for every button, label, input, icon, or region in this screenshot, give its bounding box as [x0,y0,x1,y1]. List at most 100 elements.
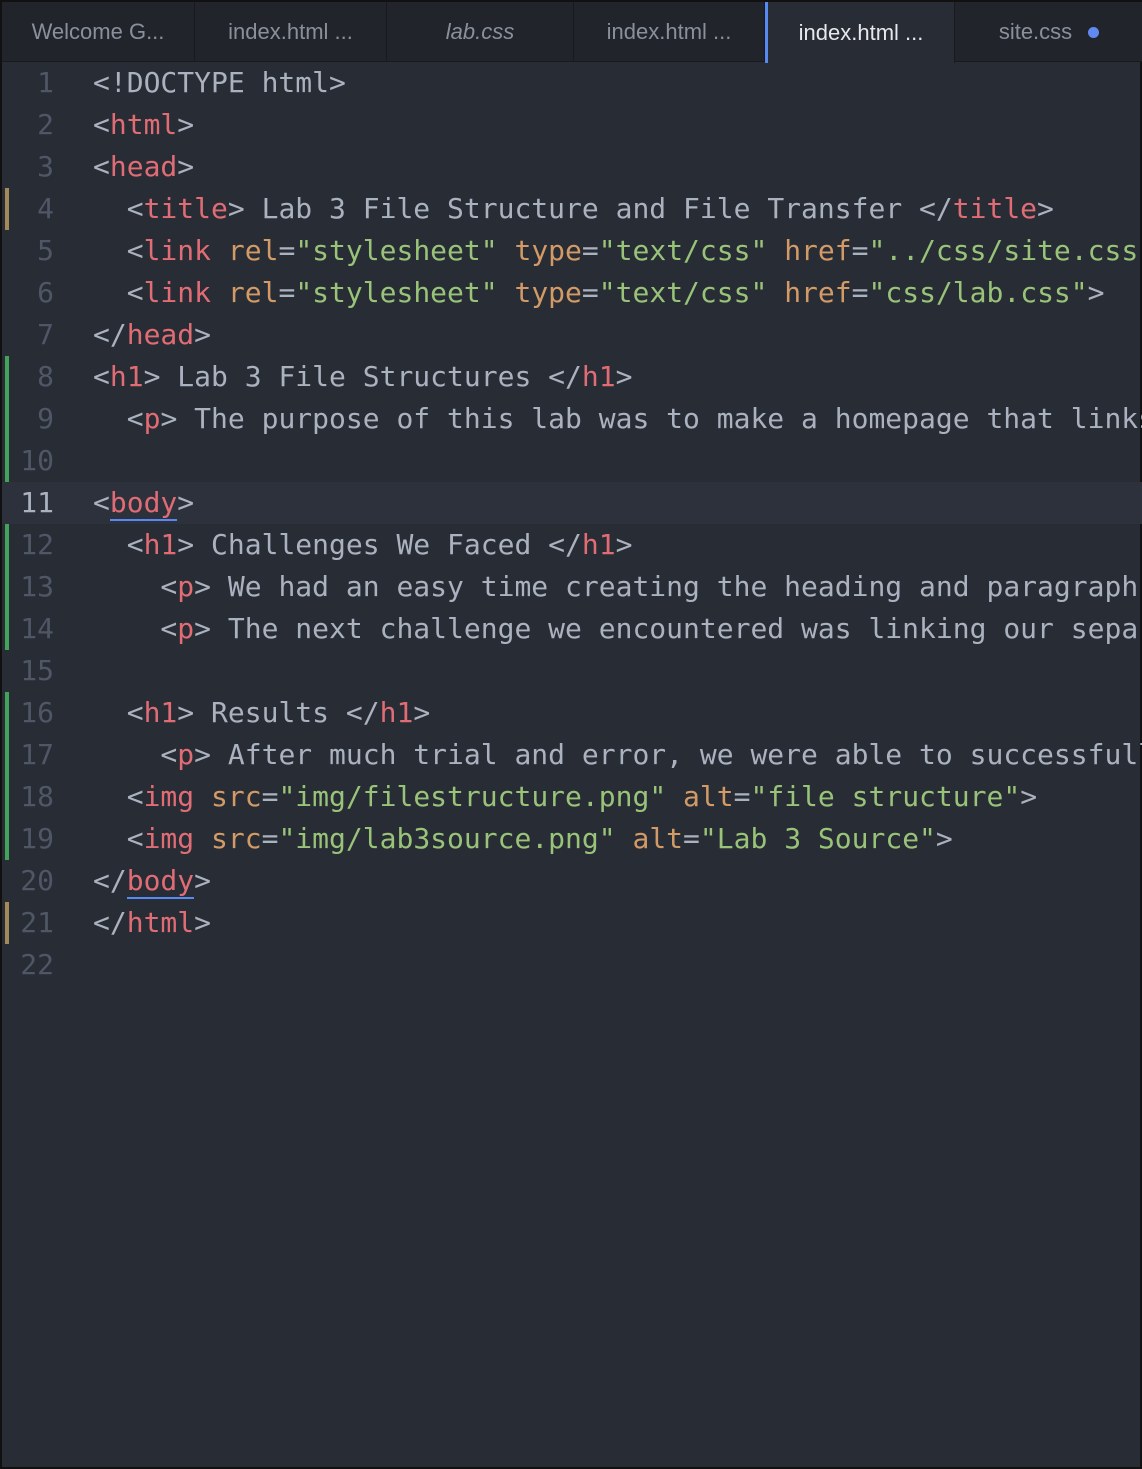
line-number: 10 [20,444,54,477]
token-p: > [177,150,195,183]
token-p: = [261,780,279,813]
tab-3[interactable]: index.html ... [574,2,765,62]
tab-label: site.css [998,19,1073,44]
code-line[interactable]: 8 <h1> Lab 3 File Structures </h1> [2,356,1142,398]
code-line[interactable]: 19 <img src="img/lab3source.png" alt="La… [2,818,1142,860]
token-p: = [278,276,296,309]
code-text: <html> [93,104,194,146]
token-p: </ [93,906,127,939]
token-str: "text/css" [598,276,768,309]
tab-1[interactable]: index.html ... [195,2,387,62]
code-line[interactable]: 15 [2,650,1142,692]
tab-5[interactable]: site.css [955,2,1142,62]
token-p: > [194,864,212,897]
code-editor[interactable]: 1 <!DOCTYPE html> 2 <html> 3 <head> 4 <title> … [2,62,1142,986]
tab-2[interactable]: lab.css [387,2,574,62]
code-line[interactable]: 22 [2,944,1142,986]
token-str: "stylesheet" [295,276,498,309]
code-line[interactable]: 11 <body> [2,482,1142,524]
token-p: < [93,108,110,141]
code-line[interactable]: 3 <head> [2,146,1142,188]
code-text: <p> We had an easy time creating the hea… [93,566,1138,608]
token-attr: src [211,822,262,855]
token-str: "Lab 3 Source" [699,822,936,855]
code-line[interactable]: 12 <h1> Challenges We Faced </h1> [2,524,1142,566]
token-attr: alt [683,780,734,813]
token-p: > [615,528,633,561]
code-text: <title> Lab 3 File Structure and File Tr… [93,188,1054,230]
token-p: = [683,822,700,855]
token-p: > Results </ [177,696,380,729]
token-p: < [93,276,144,309]
token-p [211,276,228,309]
token-tag: h1 [379,696,414,729]
code-text: <img src="img/filestructure.png" alt="fi… [93,776,1037,818]
token-tag: title [143,192,228,225]
line-number: 8 [37,360,54,393]
code-line[interactable]: 6 <link rel="stylesheet" type="text/css"… [2,272,1142,314]
code-line[interactable]: 7 </head> [2,314,1142,356]
code-line[interactable]: 9 <p> The purpose of this lab was to mak… [2,398,1142,440]
tab-bar: Welcome G... index.html ... lab.css index.h… [2,2,1142,63]
line-number: 4 [37,192,54,225]
token-p: < [93,360,110,393]
token-p [666,780,683,813]
token-p: > The purpose of this lab was to make a … [160,402,1142,435]
token-p: < [93,150,110,183]
token-p: > [194,318,212,351]
token-p: > [177,108,195,141]
token-p [211,234,228,267]
token-p: > [935,822,953,855]
token-p [498,276,515,309]
code-line[interactable]: 17 <p> After much trial and error, we we… [2,734,1142,776]
tab-0[interactable]: Welcome G... [2,2,195,62]
code-text: <link rel="stylesheet" type="text/css" h… [93,272,1105,314]
token-attr: rel [227,234,279,267]
line-number: 20 [20,864,54,897]
token-p: < [93,192,144,225]
token-tagu: body [109,486,178,521]
code-text: </head> [93,314,211,356]
code-line[interactable]: 5 <link rel="stylesheet" type="text/css"… [2,230,1142,272]
token-p: = [851,234,869,267]
token-p [616,822,633,855]
code-line[interactable]: 16 <h1> Results </h1> [2,692,1142,734]
code-line[interactable]: 14 <p> The next challenge we encountered… [2,608,1142,650]
code-line[interactable]: 20 </body> [2,860,1142,902]
code-text: <body> [93,482,194,524]
token-attr: type [514,276,582,309]
token-p [194,780,211,813]
line-number: 16 [20,696,54,729]
code-line[interactable]: 1 <!DOCTYPE html> [2,62,1142,104]
token-tag: h1 [581,360,616,393]
code-line[interactable]: 13 <p> We had an easy time creating the … [2,566,1142,608]
token-str: "img/lab3source.png" [278,822,616,855]
line-number: 6 [37,276,54,309]
token-p [767,276,784,309]
token-p: = [278,234,296,267]
token-p: > After much trial and error, we were ab… [194,738,1142,771]
code-text: <!DOCTYPE html> [93,62,346,104]
token-tag: h1 [143,696,178,729]
code-text: <h1> Challenges We Faced </h1> [93,524,633,566]
tab-4[interactable]: index.html ... [765,2,955,63]
token-attr: rel [227,276,279,309]
token-p [498,234,515,267]
token-p: > We had an easy time creating the headi… [194,570,1139,603]
token-str: "file structure" [750,780,1021,813]
code-text: </body> [93,860,211,902]
code-text: <p> The next challenge we encountered wa… [93,608,1138,650]
line-number: 14 [20,612,54,645]
token-tagu: body [126,864,195,899]
code-line[interactable]: 2 <html> [2,104,1142,146]
code-line[interactable]: 4 <title> Lab 3 File Structure and File … [2,188,1142,230]
code-line[interactable]: 10 [2,440,1142,482]
token-p: < [93,570,178,603]
token-str: "stylesheet" [295,234,498,267]
line-number: 17 [20,738,54,771]
code-line[interactable]: 21 </html> [2,902,1142,944]
token-p: < [93,402,144,435]
code-text: <p> The purpose of this lab was to make … [93,398,1142,440]
token-p [194,822,211,855]
code-line[interactable]: 18 <img src="img/filestructure.png" alt=… [2,776,1142,818]
